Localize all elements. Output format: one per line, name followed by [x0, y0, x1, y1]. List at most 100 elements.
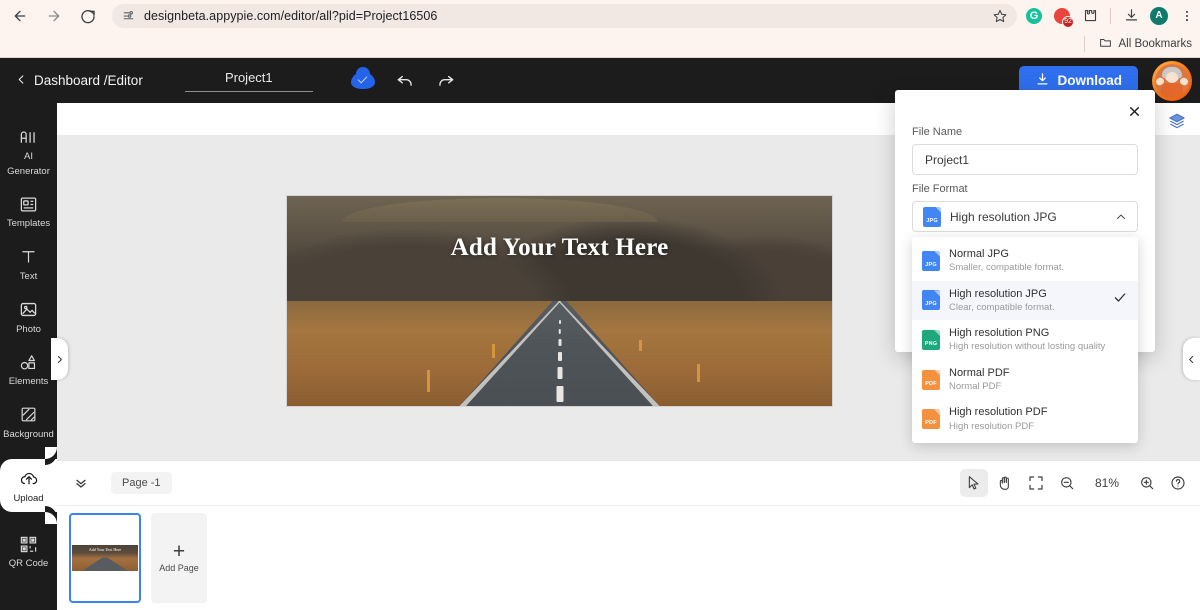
zoom-level-value[interactable]: 81%: [1084, 476, 1130, 490]
sidebar-item-photo[interactable]: Photo: [0, 290, 57, 343]
option-normal-pdf[interactable]: PDF Normal PDF Normal PDF: [912, 360, 1138, 400]
artboard-text[interactable]: Add Your Text Here: [287, 234, 832, 262]
user-avatar[interactable]: [1152, 61, 1192, 101]
jpg-file-icon: JPG: [922, 290, 940, 311]
option-title: High resolution PDF: [949, 406, 1048, 419]
plus-icon: +: [172, 539, 186, 563]
downloads-icon[interactable]: [1118, 3, 1144, 29]
zoom-out-icon[interactable]: [1053, 469, 1081, 497]
page-thumbnail-1[interactable]: Add Your Text Here: [69, 513, 141, 603]
bookmark-star-icon[interactable]: [993, 9, 1007, 23]
red-extension-glyph: 92: [1054, 7, 1074, 28]
sidebar-item-label: Text: [19, 270, 38, 282]
sidebar-item-label: Templates: [6, 218, 51, 230]
file-format-select[interactable]: JPG High resolution JPG: [912, 201, 1138, 232]
background-icon: [19, 404, 38, 426]
zoom-toolbar: 81%: [960, 469, 1200, 497]
option-high-resolution-png[interactable]: PNG High resolution PNG High resolution …: [912, 320, 1138, 360]
site-settings-icon[interactable]: [122, 9, 135, 22]
all-bookmarks-button[interactable]: All Bookmarks: [1099, 36, 1193, 52]
jpg-file-icon: JPG: [922, 250, 940, 271]
browser-reload-button[interactable]: [74, 2, 102, 30]
file-name-input[interactable]: [912, 144, 1138, 175]
option-high-resolution-pdf[interactable]: PDF High resolution PDF High resolution …: [912, 399, 1138, 439]
help-icon[interactable]: [1164, 469, 1192, 497]
option-subtitle: High resolution PDF: [949, 420, 1035, 432]
sidebar-item-label: QR Code: [8, 558, 49, 569]
extension-badge-count: 92: [1062, 15, 1074, 28]
artboard[interactable]: Add Your Text Here: [287, 196, 832, 406]
address-bar-url: designbeta.appypie.com/editor/all?pid=Pr…: [144, 8, 438, 23]
browser-back-button[interactable]: [6, 2, 34, 30]
download-dialog: File Name File Format JPG High resolutio…: [895, 90, 1155, 443]
zoom-in-icon[interactable]: [1133, 469, 1161, 497]
sidebar-item-label: Photo: [16, 323, 41, 335]
sidebar-item-templates[interactable]: Templates: [0, 184, 57, 237]
sidebar-item-background[interactable]: Background: [0, 395, 57, 448]
browser-menu-icon[interactable]: [1174, 3, 1200, 29]
profile-initial: A: [1150, 6, 1168, 25]
sidebar-item-elements[interactable]: Elements: [0, 342, 57, 395]
grammarly-extension-icon[interactable]: G: [1021, 3, 1047, 29]
option-title: Normal JPG: [949, 248, 1009, 260]
png-file-icon: PNG: [922, 329, 940, 350]
option-subtitle: Normal PDF: [949, 380, 1002, 392]
option-subtitle: Clear, compatible format.: [949, 301, 1055, 313]
address-bar[interactable]: designbeta.appypie.com/editor/all?pid=Pr…: [112, 3, 1017, 28]
file-name-label: File Name: [912, 126, 963, 138]
artboard-background-photo: [287, 196, 832, 406]
chevron-left-icon: [16, 73, 27, 88]
option-title: High resolution JPG: [949, 287, 1047, 300]
bookmarks-bar: All Bookmarks: [0, 31, 1200, 58]
ai-generator-icon: [19, 126, 38, 148]
sidebar-item-label: Elements: [8, 376, 49, 388]
upload-icon: [19, 468, 39, 490]
photo-icon: [19, 299, 38, 321]
check-icon: [1113, 291, 1127, 310]
chevron-double-down-icon[interactable]: [73, 475, 89, 491]
notification-extension-icon[interactable]: 92: [1049, 3, 1075, 29]
browser-extensions: G 92 A: [1021, 3, 1200, 29]
download-button-label: Download: [1057, 73, 1123, 88]
add-page-label: Add Page: [159, 562, 199, 573]
pages-strip: Add Your Text Here + Add Page: [57, 506, 1200, 610]
pdf-file-icon: PDF: [922, 409, 940, 430]
browser-toolbar: designbeta.appypie.com/editor/all?pid=Pr…: [0, 0, 1200, 31]
download-icon: [1035, 72, 1050, 90]
file-format-selected-value: High resolution JPG: [950, 209, 1057, 224]
breadcrumb: Dashboard /Editor: [34, 73, 143, 88]
sidebar-item-ai-generator[interactable]: AI Generator: [0, 117, 57, 184]
cursor-icon[interactable]: [960, 469, 988, 497]
option-normal-jpg[interactable]: JPG Normal JPG Smaller, compatible forma…: [912, 241, 1138, 281]
right-panel-collapse-handle[interactable]: [1183, 338, 1200, 380]
option-high-resolution-jpg[interactable]: JPG High resolution JPG Clear, compatibl…: [912, 280, 1138, 321]
sidebar-item-upload[interactable]: Upload: [0, 447, 57, 524]
folder-icon: [1099, 36, 1112, 52]
hand-icon[interactable]: [991, 469, 1019, 497]
project-name-input[interactable]: Project1: [184, 70, 313, 92]
layers-icon[interactable]: [1168, 112, 1186, 135]
sidebar-item-label-2: Generator: [7, 165, 50, 177]
sidebar-item-text[interactable]: Text: [0, 237, 57, 290]
all-bookmarks-label: All Bookmarks: [1118, 38, 1193, 50]
add-page-button[interactable]: + Add Page: [151, 513, 207, 603]
profile-avatar-icon[interactable]: A: [1146, 3, 1172, 29]
option-subtitle: High resolution without losting quality: [949, 341, 1106, 353]
elements-icon: [19, 351, 38, 373]
page-thumbnail-image: Add Your Text Here: [72, 545, 138, 571]
sidebar-item-label: Background: [3, 428, 54, 440]
close-icon[interactable]: [1125, 102, 1143, 120]
undo-icon[interactable]: [396, 71, 415, 90]
sidebar-item-qr-code[interactable]: QR Code: [0, 524, 57, 577]
redo-icon[interactable]: [436, 71, 455, 90]
breadcrumb-back-link[interactable]: Dashboard /Editor: [16, 73, 143, 88]
page-chip[interactable]: Page -1: [111, 472, 172, 494]
option-title: High resolution PNG: [949, 327, 1050, 340]
extensions-puzzle-icon[interactable]: [1077, 3, 1103, 29]
browser-forward-button[interactable]: [40, 2, 68, 30]
fit-screen-icon[interactable]: [1022, 469, 1050, 497]
templates-icon: [19, 193, 38, 215]
tool-sidebar: AI Generator Templates Text Photo Elemen…: [0, 103, 57, 610]
sidebar-collapse-handle[interactable]: [51, 338, 68, 380]
toolbar-divider: [1110, 7, 1111, 24]
